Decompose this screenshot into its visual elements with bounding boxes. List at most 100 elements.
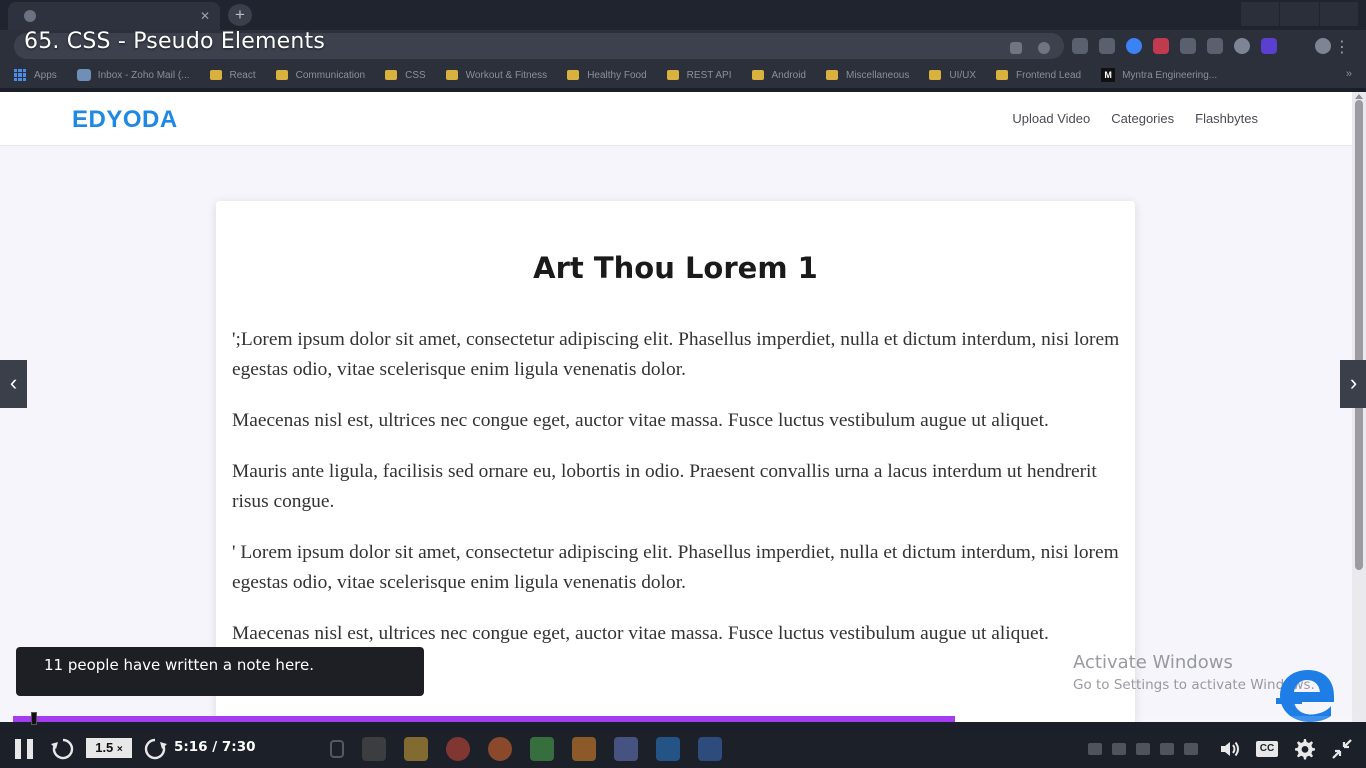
bookmark-item: React (209, 69, 256, 81)
window-controls (1240, 2, 1358, 26)
tray-icon (1112, 743, 1126, 755)
folder-icon (929, 70, 942, 80)
extension-icon (1153, 38, 1169, 54)
player-right-controls: CC (1088, 737, 1354, 761)
site-logo: EDYODA (72, 106, 178, 133)
captions-button[interactable]: CC (1256, 741, 1278, 757)
tab-favicon-icon (24, 10, 36, 22)
chevron-right-icon: › (1349, 370, 1358, 395)
folder-icon (825, 70, 838, 80)
nav-upload-video: Upload Video (1012, 111, 1091, 126)
mail-icon (76, 69, 91, 81)
extension-icons (1072, 38, 1331, 54)
settings-gear-icon[interactable] (1292, 737, 1316, 761)
notes-tooltip: 11 people have written a note here. (16, 647, 424, 696)
bookmark-label: Workout & Fitness (465, 69, 548, 81)
extension-icon (1207, 38, 1223, 54)
vlc-icon (572, 737, 596, 761)
bookmark-label: Apps (34, 69, 57, 81)
chrome-icon (446, 737, 470, 761)
folder-icon (209, 70, 222, 80)
browser-tabstrip: ✕ + (0, 0, 1366, 30)
exit-fullscreen-icon[interactable] (1330, 737, 1354, 761)
star-icon (1038, 42, 1050, 54)
bookmark-item: REST API (666, 69, 732, 81)
volume-button[interactable] (1218, 737, 1242, 761)
bookmark-item: Communication (275, 69, 366, 81)
chevron-left-icon: ‹ (9, 370, 18, 395)
rewind-button[interactable] (50, 736, 76, 762)
vscode-icon (656, 737, 680, 761)
folder-icon (567, 70, 580, 80)
bookmark-item: M Myntra Engineering... (1101, 68, 1217, 82)
extension-icon (1261, 38, 1277, 54)
browser-tab: ✕ (8, 2, 220, 30)
bookmark-item: Apps (14, 69, 57, 81)
pause-icon (15, 739, 21, 759)
mic-icon (330, 740, 344, 758)
pause-icon-bar (27, 739, 33, 759)
bookmark-item: Inbox - Zoho Mail (... (76, 69, 190, 81)
bookmark-label: Frontend Lead (1016, 69, 1082, 81)
speed-value: 1.5 (95, 740, 114, 755)
forward-button[interactable] (142, 736, 168, 762)
bookmark-label: Healthy Food (587, 69, 647, 81)
bookmark-item: UI/UX (929, 70, 976, 81)
extension-icon (1126, 38, 1142, 54)
bookmark-item: CSS (385, 70, 426, 81)
translate-icon (1010, 42, 1022, 54)
bookmark-label: Myntra Engineering... (1122, 69, 1218, 81)
site-header: EDYODA Upload Video Categories Flashbyte… (0, 92, 1352, 146)
extension-icon (1072, 38, 1088, 54)
app-icon (530, 737, 554, 761)
previous-lecture-button[interactable]: ‹ (0, 360, 27, 408)
player-control-bar: 1.5 × 5:16 / 7:30 CC (0, 731, 1366, 768)
medium-icon: M (1101, 68, 1116, 82)
bookmark-label: REST API (686, 69, 732, 81)
folder-icon (751, 70, 764, 80)
extension-icon (1234, 38, 1250, 54)
bookmark-label: React (229, 69, 256, 81)
app-icon (614, 737, 638, 761)
folder-icon (666, 70, 679, 80)
site-nav: Upload Video Categories Flashbytes (1012, 111, 1258, 126)
bookmarks-more-icon: » (1345, 68, 1352, 80)
tray-icon (1160, 743, 1174, 755)
bookmark-item: Healthy Food (567, 69, 647, 81)
scrollbar-thumb (1355, 100, 1363, 570)
article-card: Art Thou Lorem 1 ';Lorem ipsum dolor sit… (216, 201, 1135, 722)
new-tab-icon: + (228, 4, 252, 26)
task-view-icon (362, 737, 386, 761)
progress-fill (13, 716, 955, 722)
bookmark-item: Workout & Fitness (445, 69, 548, 81)
bookmark-label: Communication (295, 69, 366, 81)
edge-logo-icon (1276, 670, 1334, 722)
bookmark-item: Android (751, 69, 806, 81)
browser-menu-icon: ⋮ (1334, 39, 1350, 56)
next-lecture-button[interactable]: › (1340, 360, 1366, 408)
tray-icon (1088, 743, 1102, 755)
folder-icon (445, 70, 458, 80)
bookmark-label: Inbox - Zoho Mail (... (97, 69, 190, 81)
playback-speed-button[interactable]: 1.5 × (86, 738, 132, 758)
nav-flashbytes: Flashbytes (1195, 111, 1258, 126)
bookmark-label: UI/UX (949, 69, 977, 81)
time-display: 5:16 / 7:30 (174, 739, 256, 755)
extension-icon (1180, 38, 1196, 54)
apps-grid-icon (14, 69, 26, 81)
speed-suffix: × (116, 744, 123, 755)
bookmark-item: Miscellaneous (825, 70, 909, 81)
article-paragraph: ' Lorem ipsum dolor sit amet, consectetu… (232, 542, 1119, 593)
taskbar-ghost-icons (330, 737, 722, 761)
profile-avatar-icon (1315, 38, 1331, 54)
system-tray-ghost (1088, 743, 1198, 755)
tray-icon (1136, 743, 1150, 755)
bookmark-label: CSS (405, 69, 426, 81)
pause-button[interactable] (15, 739, 35, 759)
nav-categories: Categories (1111, 111, 1175, 126)
bookmarks-bar: Apps Inbox - Zoho Mail (... React Communica… (0, 62, 1366, 88)
bookmark-label: Android (771, 69, 806, 81)
note-marker[interactable] (31, 712, 37, 725)
article-paragraph: Maecenas nisl est, ultrices nec congue e… (232, 623, 1049, 644)
